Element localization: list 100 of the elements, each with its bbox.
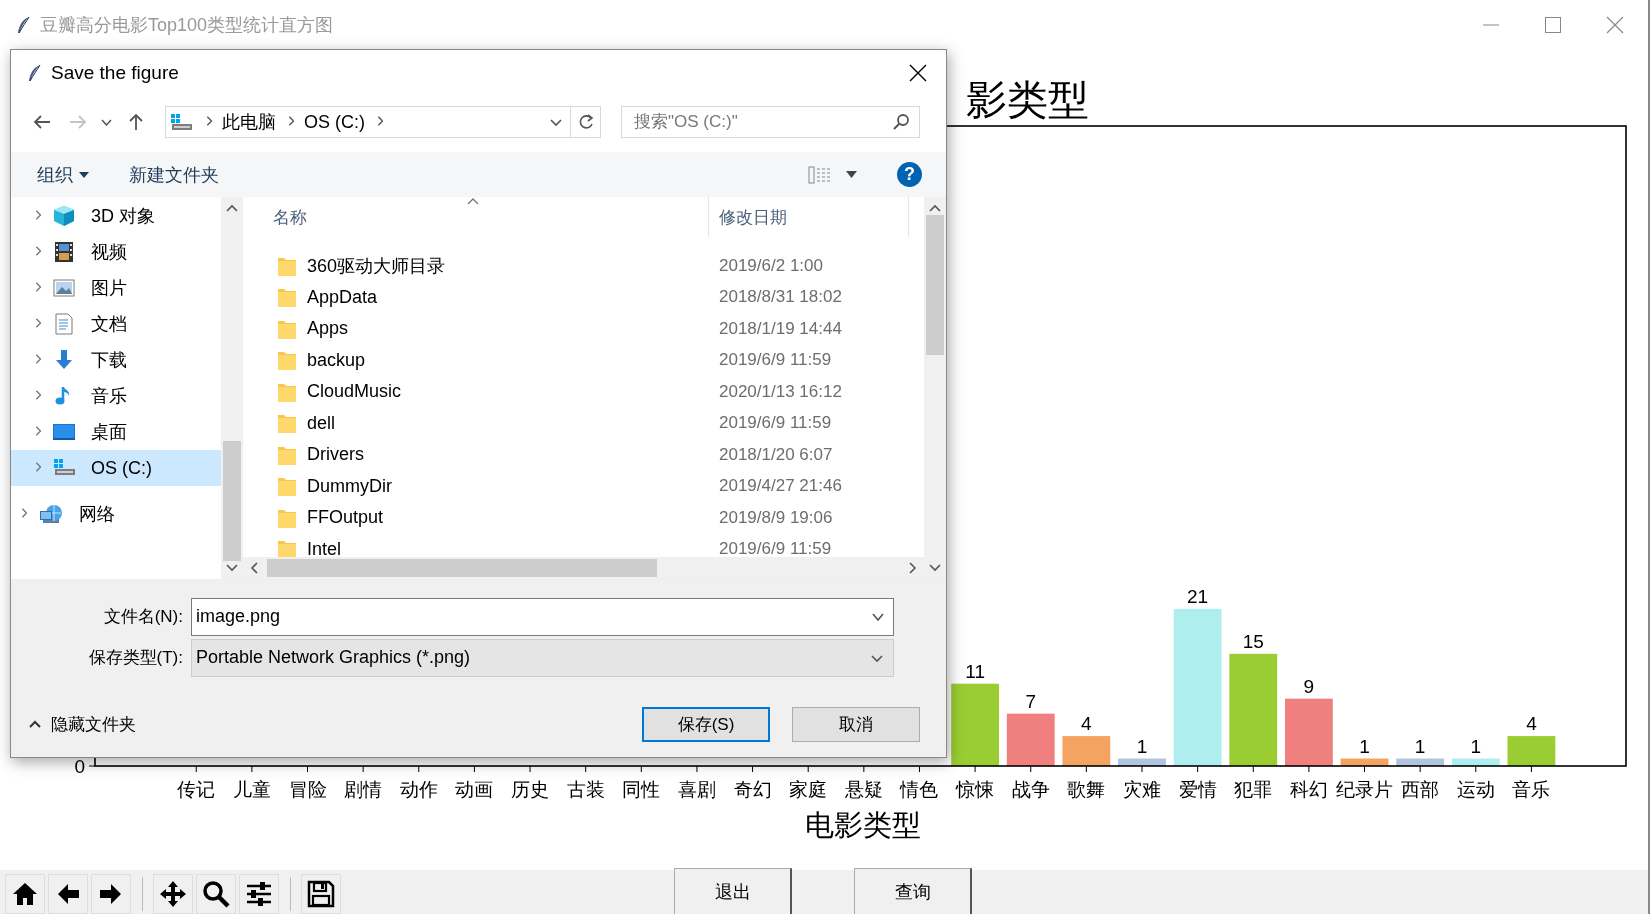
file-date: 2019/8/9 19:06 <box>718 507 833 528</box>
file-type-dropdown[interactable]: Portable Network Graphics (*.png) <box>191 638 894 677</box>
desktop-icon <box>53 421 75 443</box>
file-date: 2018/8/31 18:02 <box>718 287 842 308</box>
view-options-button[interactable] <box>808 165 857 184</box>
chevron-right-icon <box>906 562 918 574</box>
chevron-right-icon <box>33 426 41 438</box>
category-label: 动作 <box>399 779 438 800</box>
home-icon <box>11 880 39 908</box>
sort-caret-icon <box>467 197 479 205</box>
category-label: 爱情 <box>1178 779 1217 800</box>
chevron-right-icon <box>286 116 294 128</box>
toolbar-button[interactable] <box>153 874 193 914</box>
network-icon <box>39 503 63 525</box>
file-name[interactable]: dell <box>307 412 336 434</box>
nav-item[interactable]: 音乐 <box>11 378 221 414</box>
bar-value-label: 1 <box>1359 735 1370 757</box>
category-label: 喜剧 <box>677 779 716 800</box>
refresh-icon <box>577 114 594 130</box>
bar-value-label: 11 <box>965 660 985 682</box>
window-title: 豆瓣高分电影Top100类型统计直方图 <box>40 14 334 37</box>
file-name[interactable]: Intel <box>307 538 342 557</box>
sliders-icon <box>245 880 273 908</box>
toolbar-button[interactable]: 组织 <box>37 162 89 187</box>
chevron-left-icon <box>249 562 261 574</box>
feather-icon <box>27 64 41 82</box>
column-header[interactable]: 名称 <box>243 197 709 237</box>
search-field[interactable]: 搜索"OS (C:)" <box>621 106 920 138</box>
scrollbar[interactable] <box>221 197 243 579</box>
caret-icon <box>846 171 857 178</box>
nav-item[interactable]: 3D 对象 <box>11 198 221 234</box>
hide-folders-toggle[interactable]: 隐藏文件夹 <box>29 713 136 736</box>
caret-icon <box>79 171 89 178</box>
toolbar-button[interactable] <box>48 874 88 914</box>
nav-item[interactable]: 文档 <box>11 306 221 342</box>
file-name[interactable]: DummyDir <box>307 475 392 497</box>
toolbar-button[interactable]: 新建文件夹 <box>129 162 219 187</box>
chevron-down-icon[interactable] <box>872 612 884 621</box>
category-label: 动画 <box>455 779 494 800</box>
chevron-right-icon <box>33 210 41 222</box>
nav-item[interactable]: 图片 <box>11 270 221 306</box>
chevron-down-icon <box>226 561 238 573</box>
nav-item[interactable]: 下载 <box>11 342 221 378</box>
category-label: 纪录片 <box>1336 779 1394 800</box>
category-label: 犯罪 <box>1234 779 1273 800</box>
toolbar-button[interactable] <box>5 874 45 914</box>
nav-item[interactable]: 桌面 <box>11 414 221 450</box>
toolbar-button[interactable] <box>196 874 236 914</box>
category-label: 运动 <box>1456 779 1495 800</box>
axis-tick-label: 0 <box>74 756 85 777</box>
button[interactable]: 退出 <box>674 868 792 914</box>
document-icon <box>53 313 75 335</box>
nav-item[interactable]: 视频 <box>11 234 221 270</box>
scrollbar[interactable] <box>924 197 946 579</box>
file-name[interactable]: CloudMusic <box>307 381 402 403</box>
file-name[interactable]: backup <box>307 349 366 371</box>
bar-value-label: 21 <box>1187 585 1209 607</box>
button[interactable]: 查询 <box>854 868 972 914</box>
zoom-icon <box>202 880 230 908</box>
close-icon[interactable] <box>1606 16 1624 34</box>
toolbar-button[interactable] <box>91 874 131 914</box>
chevron-right-icon <box>375 116 383 128</box>
category-label: 科幻 <box>1289 779 1328 800</box>
file-date: 2019/6/9 11:59 <box>718 350 832 371</box>
list-view-icon <box>808 165 832 184</box>
file-name[interactable]: Drivers <box>307 444 364 466</box>
chevron-right-icon <box>33 390 41 402</box>
address-bar[interactable]: 此电脑 OS (C:) <box>165 106 571 138</box>
bar-value-label: 1 <box>1136 735 1148 757</box>
category-label: 战争 <box>1011 779 1050 800</box>
help-button[interactable]: ? <box>897 162 922 187</box>
column-header[interactable]: 修改日期 <box>709 197 909 237</box>
chevron-down-icon <box>100 118 112 126</box>
download-icon <box>53 349 75 371</box>
drive-icon <box>170 112 194 132</box>
move-icon <box>159 880 187 908</box>
nav-item[interactable]: OS (C:) <box>11 450 221 486</box>
file-name[interactable]: Apps <box>307 318 349 340</box>
category-label: 古装 <box>566 779 605 800</box>
file-name[interactable]: 360驱动大师目录 <box>307 253 446 278</box>
nav-item[interactable]: 网络 <box>11 496 221 532</box>
toolbar-button[interactable] <box>239 874 279 914</box>
folder-icon <box>277 412 297 435</box>
file-date: 2020/1/13 16:12 <box>718 381 842 402</box>
breadcrumb[interactable]: OS (C:) <box>304 111 365 133</box>
category-label: 灾难 <box>1123 779 1161 800</box>
refresh-button[interactable] <box>571 106 601 138</box>
save-icon <box>307 880 335 908</box>
button[interactable]: 保存(S) <box>642 707 770 742</box>
breadcrumb[interactable]: 此电脑 <box>222 110 276 134</box>
filename-field[interactable]: image.png <box>191 597 894 636</box>
folder-icon <box>277 286 297 309</box>
maximize-icon[interactable] <box>1544 16 1562 34</box>
category-label: 冒险 <box>288 779 327 800</box>
file-name[interactable]: AppData <box>307 286 378 308</box>
bar-value-label: 4 <box>1081 713 1092 735</box>
toolbar-button[interactable] <box>301 874 341 914</box>
button[interactable]: 取消 <box>792 707 920 742</box>
field-label: 保存类型(T): <box>87 647 184 669</box>
file-name[interactable]: FFOutput <box>307 507 384 529</box>
